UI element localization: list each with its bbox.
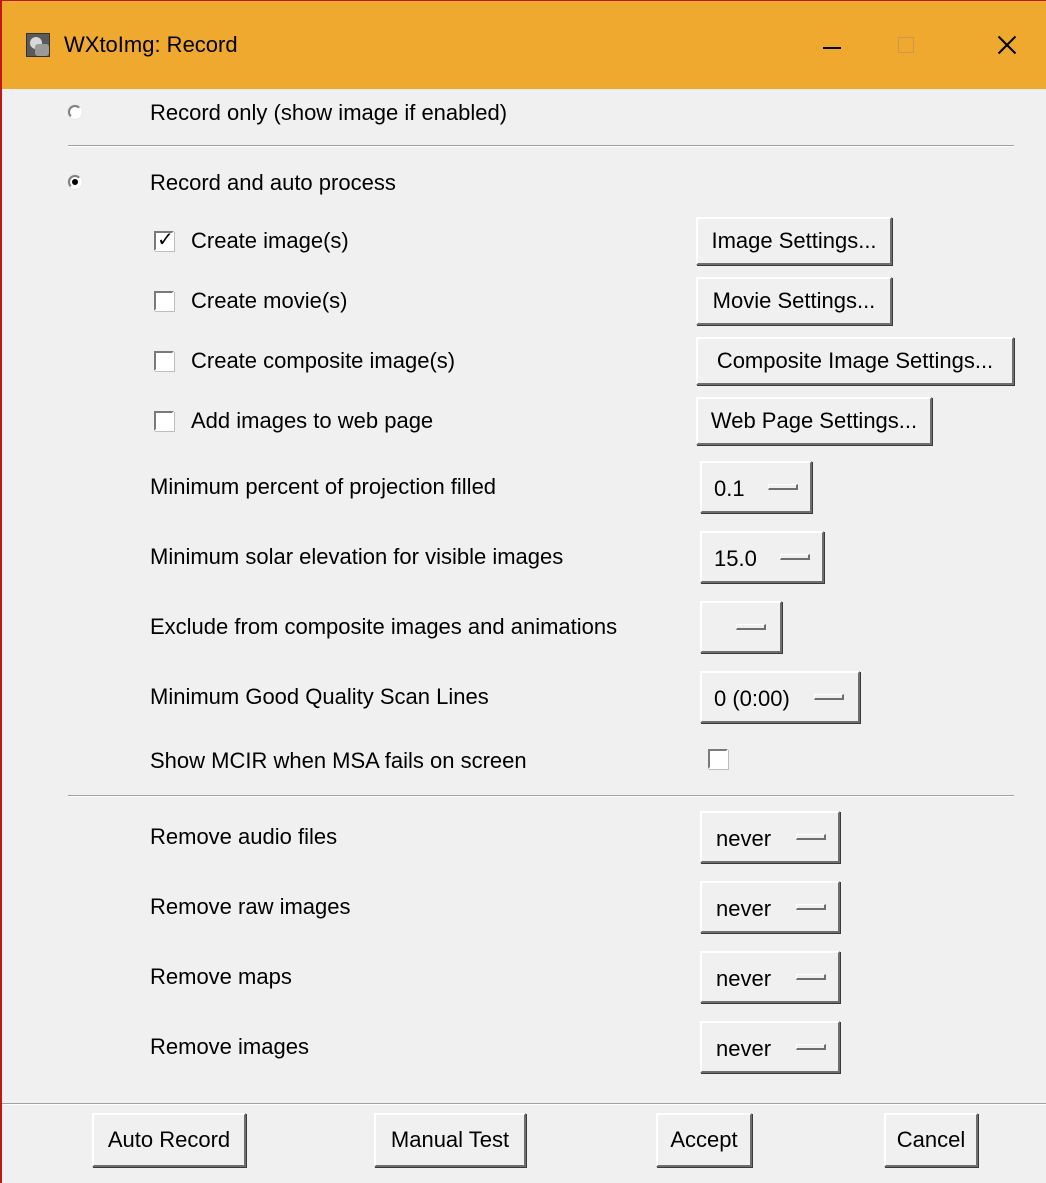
min-scan-lines-value: 0 (0:00) <box>714 686 790 711</box>
menu-indicator-icon <box>768 484 798 490</box>
web-page-label: Add images to web page <box>191 408 434 433</box>
checkmark-icon: ✓ <box>157 229 174 251</box>
remove-images-label: Remove images <box>150 1034 309 1059</box>
footer-separator <box>2 1103 1046 1105</box>
remove-images-menu[interactable]: never <box>700 1021 840 1073</box>
remove-raw-value: never <box>716 896 772 921</box>
web-page-checkbox[interactable] <box>154 411 174 431</box>
show-mcir-label: Show MCIR when MSA fails on screen <box>150 748 527 773</box>
record-auto-process-label: Record and auto process <box>150 170 396 195</box>
close-button[interactable] <box>970 23 1040 67</box>
min-scan-lines-menu[interactable]: 0 (0:00) <box>700 671 860 723</box>
remove-raw-label: Remove raw images <box>150 894 351 919</box>
record-dialog: WXtoImg: Record Record only (show image … <box>0 0 1046 1183</box>
record-only-radio[interactable] <box>68 105 82 119</box>
cancel-button[interactable]: Cancel <box>884 1113 978 1167</box>
min-scan-lines-label: Minimum Good Quality Scan Lines <box>150 684 489 709</box>
create-composite-label: Create composite image(s) <box>191 348 456 373</box>
exclude-label: Exclude from composite images and animat… <box>150 614 618 639</box>
create-images-label: Create image(s) <box>191 228 349 253</box>
remove-maps-menu[interactable]: never <box>700 951 840 1003</box>
remove-maps-label: Remove maps <box>150 964 292 989</box>
auto-record-button[interactable]: Auto Record <box>92 1113 246 1167</box>
separator <box>68 795 1014 797</box>
record-only-label: Record only (show image if enabled) <box>150 100 508 125</box>
accept-button[interactable]: Accept <box>656 1113 752 1167</box>
remove-raw-menu[interactable]: never <box>700 881 840 933</box>
create-images-checkbox[interactable]: ✓ <box>154 229 174 251</box>
separator <box>68 145 1014 147</box>
min-solar-label: Minimum solar elevation for visible imag… <box>150 544 564 569</box>
image-settings-button[interactable]: Image Settings... <box>696 217 892 265</box>
menu-indicator-icon <box>796 834 826 840</box>
web-page-settings-button[interactable]: Web Page Settings... <box>696 397 932 445</box>
maximize-button[interactable] <box>872 23 942 67</box>
remove-audio-label: Remove audio files <box>150 824 338 849</box>
exclude-menu[interactable] <box>700 601 782 653</box>
remove-images-value: never <box>716 1036 772 1061</box>
menu-indicator-icon <box>796 904 826 910</box>
record-auto-process-radio[interactable] <box>68 175 82 189</box>
remove-audio-menu[interactable]: never <box>700 811 840 863</box>
remove-audio-value: never <box>716 826 772 851</box>
min-solar-menu[interactable]: 15.0 <box>700 531 824 583</box>
menu-indicator-icon <box>780 554 810 560</box>
menu-indicator-icon <box>796 1044 826 1050</box>
title-bar: WXtoImg: Record <box>2 1 1046 89</box>
min-projection-value: 0.1 <box>714 476 745 501</box>
min-projection-menu[interactable]: 0.1 <box>700 461 812 513</box>
menu-indicator-icon <box>814 694 844 700</box>
minimize-button[interactable] <box>797 23 867 67</box>
menu-indicator-icon <box>796 974 826 980</box>
create-movies-checkbox[interactable] <box>154 291 174 311</box>
window-title: WXtoImg: Record <box>64 32 238 57</box>
create-composite-checkbox[interactable] <box>154 351 174 371</box>
app-icon <box>26 33 50 57</box>
min-projection-label: Minimum percent of projection filled <box>150 474 497 499</box>
remove-maps-value: never <box>716 966 772 991</box>
movie-settings-button[interactable]: Movie Settings... <box>696 277 892 325</box>
min-solar-value: 15.0 <box>714 546 757 571</box>
create-movies-label: Create movie(s) <box>191 288 348 313</box>
manual-test-button[interactable]: Manual Test <box>374 1113 526 1167</box>
composite-settings-button[interactable]: Composite Image Settings... <box>696 337 1014 385</box>
show-mcir-checkbox[interactable] <box>708 749 728 769</box>
menu-indicator-icon <box>736 624 766 630</box>
